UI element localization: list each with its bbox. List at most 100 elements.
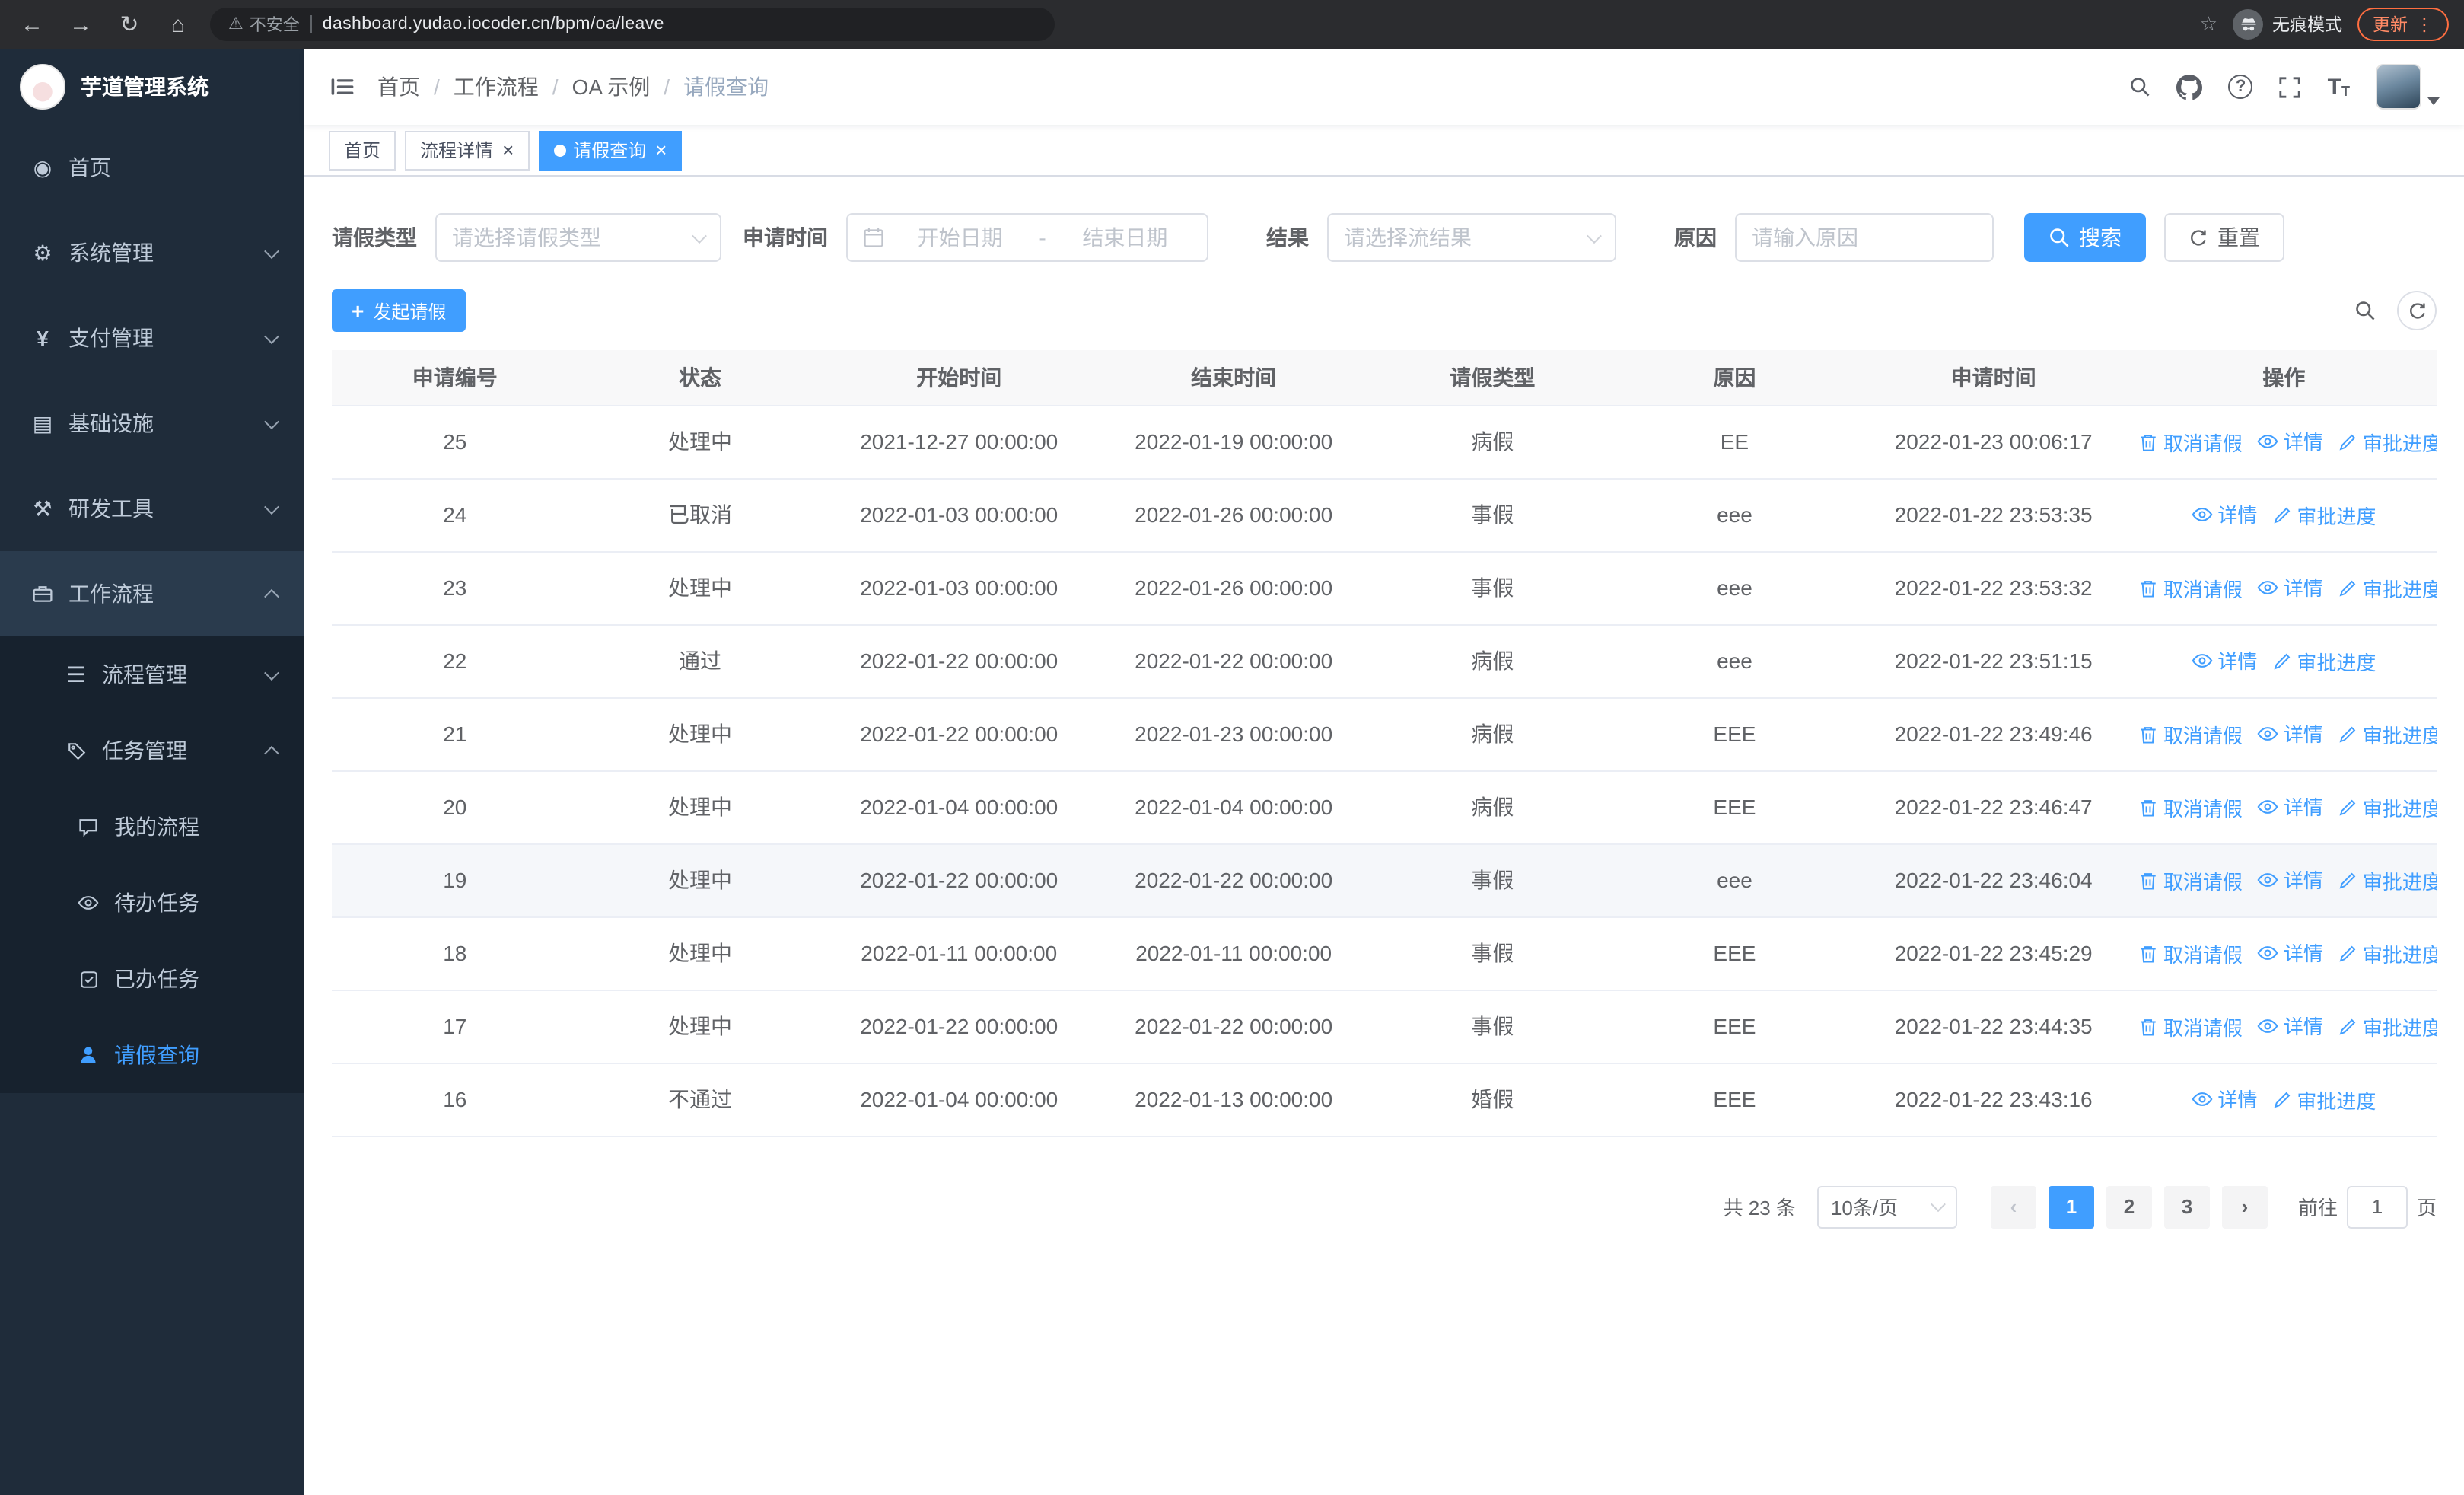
sidebar-item-请假查询[interactable]: 请假查询 bbox=[0, 1017, 304, 1093]
prev-page-button[interactable]: ‹ bbox=[1990, 1185, 2036, 1228]
create-leave-button[interactable]: + 发起请假 bbox=[332, 289, 466, 332]
page-button-2[interactable]: 2 bbox=[2106, 1185, 2152, 1228]
tab-close-icon[interactable]: × bbox=[655, 139, 667, 161]
update-label: 更新 bbox=[2373, 17, 2408, 35]
reason-input-wrap[interactable] bbox=[1735, 213, 1994, 262]
sidebar-item-已办任务[interactable]: 已办任务 bbox=[0, 941, 304, 1017]
tab-首页[interactable]: 首页 bbox=[329, 130, 396, 170]
eye-icon bbox=[2192, 650, 2213, 671]
refresh-table-button[interactable] bbox=[2397, 291, 2437, 330]
eye-icon bbox=[2192, 504, 2213, 525]
start-date-input[interactable] bbox=[893, 225, 1027, 250]
tab-流程详情[interactable]: 流程详情 × bbox=[405, 130, 530, 170]
sidebar-item-我的流程[interactable]: 我的流程 bbox=[0, 789, 304, 865]
detail-button[interactable]: 详情 bbox=[2258, 1012, 2323, 1041]
sidebar-item-工作流程[interactable]: 工作流程 bbox=[0, 551, 304, 636]
approval-progress-button[interactable]: 审批进度 bbox=[2338, 793, 2437, 822]
breadcrumb-item[interactable]: 工作流程 bbox=[454, 72, 539, 102]
column-header: 原因 bbox=[1613, 350, 1856, 406]
result-select-input[interactable] bbox=[1344, 225, 1580, 250]
fullscreen-icon[interactable] bbox=[2279, 75, 2302, 98]
cancel-leave-button[interactable]: 取消请假 bbox=[2139, 793, 2243, 822]
page-button-3[interactable]: 3 bbox=[2163, 1185, 2210, 1228]
cancel-leave-button[interactable]: 取消请假 bbox=[2139, 574, 2243, 603]
detail-button[interactable]: 详情 bbox=[2258, 792, 2323, 821]
sidebar-item-系统管理[interactable]: ⚙ 系统管理 bbox=[0, 210, 304, 295]
user-menu[interactable] bbox=[2376, 64, 2440, 110]
detail-button[interactable]: 详情 bbox=[2258, 573, 2323, 602]
detail-button[interactable]: 详情 bbox=[2258, 427, 2323, 456]
screen: ← → ↻ ⌂ ⚠ 不安全 dashboard.yudao.iocoder.cn… bbox=[0, 0, 2464, 1495]
approval-progress-button[interactable]: 审批进度 bbox=[2338, 428, 2437, 457]
column-header: 状态 bbox=[578, 350, 823, 406]
breadcrumb-item[interactable]: 首页 bbox=[377, 72, 420, 102]
breadcrumb-item[interactable]: OA 示例 bbox=[572, 72, 651, 102]
cancel-leave-button[interactable]: 取消请假 bbox=[2139, 428, 2243, 457]
approval-progress-button[interactable]: 审批进度 bbox=[2338, 939, 2437, 968]
cancel-leave-button[interactable]: 取消请假 bbox=[2139, 939, 2243, 968]
browser-update-button[interactable]: 更新 ⋮ bbox=[2357, 8, 2449, 41]
approval-progress-button[interactable]: 审批进度 bbox=[2338, 720, 2437, 749]
sidebar-item-研发工具[interactable]: ⚒ 研发工具 bbox=[0, 466, 304, 551]
bookmark-star-icon[interactable]: ☆ bbox=[2200, 12, 2217, 37]
browser-forward-icon[interactable]: → bbox=[64, 8, 97, 41]
tab-请假查询[interactable]: 请假查询 × bbox=[538, 130, 683, 170]
cancel-leave-button[interactable]: 取消请假 bbox=[2139, 720, 2243, 749]
end-date-input[interactable] bbox=[1058, 225, 1192, 250]
sidebar-item-基础设施[interactable]: ▤ 基础设施 bbox=[0, 381, 304, 466]
approval-progress-button[interactable]: 审批进度 bbox=[2338, 574, 2437, 603]
cell-apply-id: 23 bbox=[332, 551, 578, 625]
tab-close-icon[interactable]: × bbox=[502, 139, 514, 161]
toggle-search-icon[interactable] bbox=[2354, 300, 2376, 321]
leave-type-select[interactable] bbox=[435, 213, 721, 262]
sidebar-item-任务管理[interactable]: 任务管理 bbox=[0, 712, 304, 789]
cell-leave-type: 事假 bbox=[1371, 916, 1614, 990]
sidebar-collapse-icon[interactable] bbox=[329, 73, 356, 100]
leave-type-select-input[interactable] bbox=[452, 225, 685, 250]
apply-time-range-picker[interactable]: - bbox=[846, 213, 1208, 262]
sidebar-item-流程管理[interactable]: ☰ 流程管理 bbox=[0, 636, 304, 712]
detail-button[interactable]: 详情 bbox=[2258, 719, 2323, 748]
browser-menu-icon[interactable]: ⋮ bbox=[2415, 14, 2434, 35]
warning-icon: ⚠ bbox=[228, 14, 244, 33]
reset-button[interactable]: 重置 bbox=[2164, 213, 2284, 262]
result-select[interactable] bbox=[1327, 213, 1616, 262]
header-search-icon[interactable] bbox=[2130, 76, 2151, 97]
address-bar[interactable]: ⚠ 不安全 dashboard.yudao.iocoder.cn/bpm/oa/… bbox=[210, 8, 1055, 41]
browser-back-icon[interactable]: ← bbox=[15, 8, 49, 41]
approval-progress-button[interactable]: 审批进度 bbox=[2338, 866, 2437, 895]
sidebar-item-待办任务[interactable]: 待办任务 bbox=[0, 865, 304, 941]
search-button[interactable]: 搜索 bbox=[2024, 213, 2146, 262]
date-range-separator: - bbox=[1039, 225, 1046, 250]
cell-apply-id: 17 bbox=[332, 990, 578, 1063]
cell-start-time: 2022-01-22 00:00:00 bbox=[822, 990, 1096, 1063]
sidebar-item-支付管理[interactable]: ¥ 支付管理 bbox=[0, 295, 304, 381]
detail-button[interactable]: 详情 bbox=[2192, 1085, 2257, 1114]
detail-button[interactable]: 详情 bbox=[2258, 865, 2323, 894]
next-page-button[interactable]: › bbox=[2221, 1185, 2268, 1228]
reason-input[interactable] bbox=[1752, 225, 1977, 250]
approval-progress-button[interactable]: 审批进度 bbox=[2272, 1085, 2376, 1114]
page-size-select[interactable] bbox=[1816, 1185, 1957, 1228]
detail-button[interactable]: 详情 bbox=[2258, 939, 2323, 967]
cancel-leave-button[interactable]: 取消请假 bbox=[2139, 1012, 2243, 1041]
page-button-1[interactable]: 1 bbox=[2048, 1185, 2094, 1228]
goto-page-input[interactable] bbox=[2346, 1185, 2408, 1228]
detail-button[interactable]: 详情 bbox=[2192, 646, 2257, 675]
logo[interactable]: 芋道管理系统 bbox=[0, 49, 304, 125]
security-warning[interactable]: ⚠ 不安全 bbox=[228, 12, 300, 37]
font-size-icon[interactable]: TT bbox=[2328, 75, 2350, 98]
sidebar-item-首页[interactable]: ◉ 首页 bbox=[0, 125, 304, 210]
cell-apply-id: 20 bbox=[332, 770, 578, 844]
browser-reload-icon[interactable]: ↻ bbox=[113, 8, 146, 41]
approval-progress-button[interactable]: 审批进度 bbox=[2272, 647, 2376, 676]
help-icon[interactable]: ? bbox=[2228, 75, 2253, 99]
browser-home-icon[interactable]: ⌂ bbox=[161, 8, 195, 41]
detail-button[interactable]: 详情 bbox=[2192, 500, 2257, 529]
approval-progress-button[interactable]: 审批进度 bbox=[2338, 1012, 2437, 1041]
main-area: 首页 / 工作流程 / OA 示例 / 请假查询 ? TT 首页 流程详情 × 请假查询 × bbox=[304, 49, 2464, 1495]
cell-actions: 详情 审批进度 bbox=[2131, 1063, 2437, 1136]
approval-progress-button[interactable]: 审批进度 bbox=[2272, 501, 2376, 530]
github-icon[interactable] bbox=[2176, 74, 2203, 100]
cancel-leave-button[interactable]: 取消请假 bbox=[2139, 866, 2243, 895]
